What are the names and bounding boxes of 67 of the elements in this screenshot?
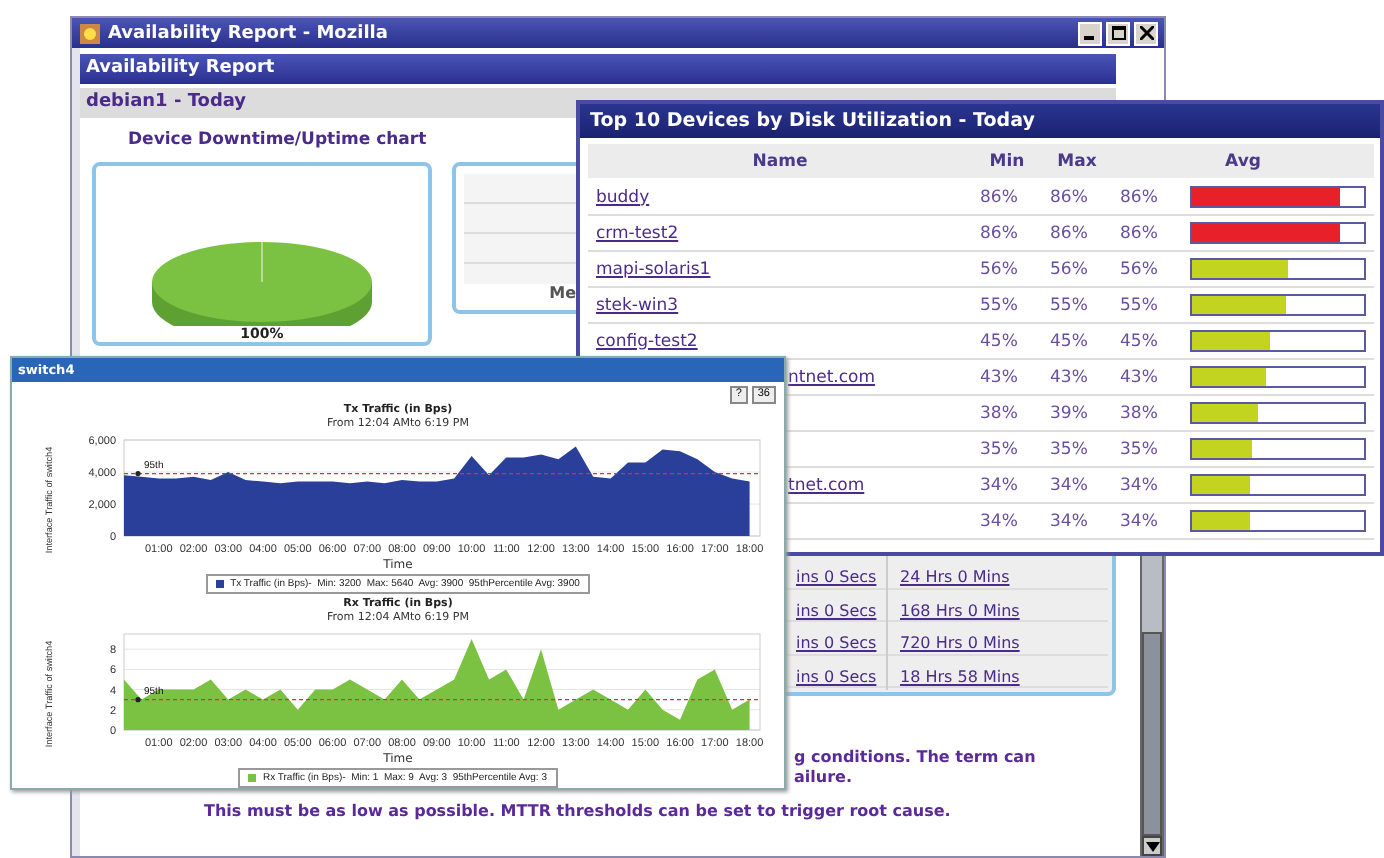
table-cell: 45%: [1042, 323, 1112, 359]
table-cell: 86%: [1112, 179, 1190, 215]
table-cell: 86%: [1042, 215, 1112, 251]
duration-link[interactable]: ins 0 Secs: [796, 601, 877, 620]
table-cell: 56%: [972, 251, 1042, 287]
column-header: Max: [1042, 144, 1112, 179]
column-header: Name: [588, 144, 972, 179]
duration-link[interactable]: ins 0 Secs: [796, 634, 877, 653]
table-cell: 43%: [1112, 359, 1190, 395]
note-text: This must be as low as possible. MTTR thresholds can be set to trigger root cause.: [204, 802, 953, 820]
window-title: Availability Report - Mozilla: [108, 23, 390, 43]
table-cell: 86%: [1112, 215, 1190, 251]
table-cell: 43%: [1042, 359, 1112, 395]
table-cell: 86%: [972, 179, 1042, 215]
table-cell: 34%: [1112, 503, 1190, 539]
table-cell: 56%: [1112, 251, 1190, 287]
table-cell: 35%: [972, 431, 1042, 467]
table-cell: 45%: [972, 323, 1042, 359]
duration-link[interactable]: 720 Hrs 0 Mins: [900, 634, 1020, 653]
table-cell: 34%: [972, 467, 1042, 503]
table-cell: 55%: [1112, 287, 1190, 323]
table-cell: 35%: [1042, 431, 1112, 467]
scrollbar[interactable]: [1140, 552, 1164, 856]
table-cell: 45%: [1112, 323, 1190, 359]
scrollbar-thumb[interactable]: [1142, 632, 1162, 836]
table-cell: 38%: [1112, 395, 1190, 431]
device-link[interactable]: stek-win3: [596, 295, 679, 315]
table-cell: 56%: [1042, 251, 1112, 287]
table-cell: 86%: [972, 215, 1042, 251]
maximize-icon: [1111, 26, 1125, 40]
column-header: Min: [972, 144, 1042, 179]
close-button[interactable]: [1134, 21, 1158, 45]
window-title: Top 10 Devices by Disk Utilization - Today: [580, 104, 1380, 138]
maximize-button[interactable]: [1106, 21, 1130, 45]
note-text: g conditions. The term can: [794, 748, 1038, 766]
device-link[interactable]: crm-test2: [596, 223, 679, 243]
note-text: ailure.: [794, 768, 854, 786]
device-link[interactable]: tnet.com: [788, 475, 865, 495]
panel-text: Me: [549, 284, 576, 302]
table-cell: 34%: [1042, 467, 1112, 503]
down-arrow-icon: [1145, 841, 1159, 851]
app-icon: [78, 21, 102, 45]
report-header: Availability Report: [80, 54, 1116, 84]
column-header: Avg: [1112, 144, 1374, 179]
table-cell: 34%: [1112, 467, 1190, 503]
device-link[interactable]: buddy: [596, 187, 650, 207]
device-link[interactable]: config-test2: [596, 331, 698, 351]
duration-link[interactable]: 168 Hrs 0 Mins: [900, 601, 1020, 620]
scroll-down-button[interactable]: [1142, 836, 1162, 856]
close-icon: [1139, 26, 1153, 40]
device-link[interactable]: mapi-solaris1: [596, 259, 711, 279]
duration-link[interactable]: 24 Hrs 0 Mins: [900, 568, 1010, 587]
duration-link[interactable]: 18 Hrs 58 Mins: [900, 667, 1020, 686]
table-cell: 38%: [972, 395, 1042, 431]
minimize-button[interactable]: [1078, 21, 1102, 45]
table-cell: 43%: [972, 359, 1042, 395]
table-cell: 35%: [1112, 431, 1190, 467]
table-cell: 34%: [972, 503, 1042, 539]
device-link[interactable]: ntnet.com: [788, 367, 876, 387]
duration-link[interactable]: ins 0 Secs: [796, 568, 877, 587]
table-cell: 34%: [1042, 503, 1112, 539]
duration-link[interactable]: ins 0 Secs: [796, 667, 877, 686]
table-cell: 55%: [972, 287, 1042, 323]
chart-title: Device Downtime/Uptime chart: [128, 130, 429, 150]
table-cell: 86%: [1042, 179, 1112, 215]
table-cell: 55%: [1042, 287, 1112, 323]
table-cell: 39%: [1042, 395, 1112, 431]
